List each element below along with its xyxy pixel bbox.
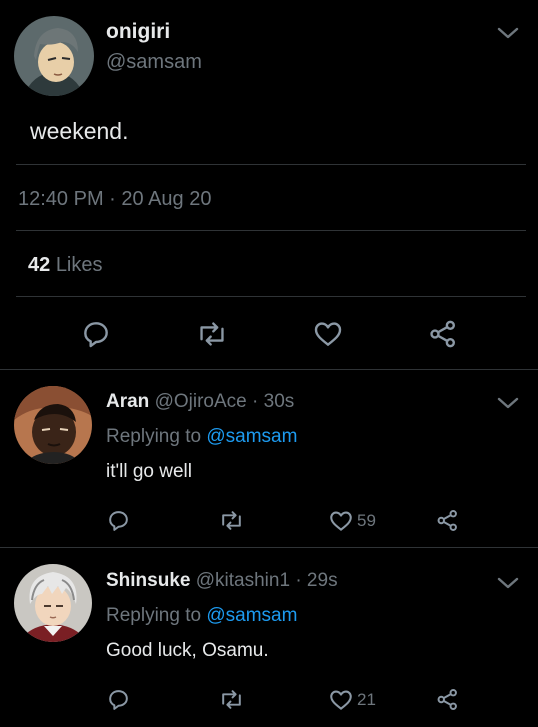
reply-display-name[interactable]: Shinsuke [106, 570, 190, 591]
like-button[interactable]: 21 [328, 687, 376, 713]
replying-to-handle[interactable]: @samsam [206, 605, 297, 626]
divider [0, 369, 538, 370]
likes-stat[interactable]: 42 Likes [28, 254, 103, 277]
main-tweet-handle[interactable]: @samsam [106, 51, 202, 74]
like-icon[interactable] [312, 318, 344, 350]
like-button[interactable]: 59 [328, 508, 376, 534]
likes-count: 42 [28, 254, 51, 276]
replying-to: Replying to @samsam [106, 605, 297, 627]
chevron-down-icon[interactable] [497, 576, 519, 590]
replying-prefix: Replying to [106, 605, 202, 626]
chevron-down-icon[interactable] [497, 396, 519, 410]
retweet-icon[interactable] [218, 508, 245, 533]
share-icon[interactable] [435, 687, 460, 712]
divider [16, 164, 526, 165]
reply-text: Good luck, Osamu. [106, 640, 269, 661]
reply-header: Aran @OjiroAce · 30s [106, 391, 294, 413]
grey-haired-anime-boy-avatar-icon [14, 564, 92, 642]
reply-icon[interactable] [106, 687, 131, 712]
retweet-icon[interactable] [195, 318, 229, 350]
reply-handle[interactable]: @OjiroAce [155, 391, 247, 412]
share-icon[interactable] [435, 508, 460, 533]
main-tweet-text: weekend. [30, 118, 129, 144]
reply-time[interactable]: · 29s [295, 570, 337, 591]
reply-header: Shinsuke @kitashin1 · 29s [106, 570, 338, 592]
like-icon [330, 511, 352, 531]
replying-prefix: Replying to [106, 426, 202, 447]
like-count: 21 [357, 690, 376, 709]
dark-skinned-anime-boy-avatar-icon [14, 386, 92, 464]
likes-label: Likes [55, 254, 103, 276]
divider [16, 296, 526, 297]
share-icon[interactable] [427, 318, 459, 350]
main-tweet-avatar[interactable] [14, 16, 94, 96]
like-count: 59 [357, 511, 376, 530]
reply-handle[interactable]: @kitashin1 [196, 570, 290, 591]
chevron-down-icon[interactable] [497, 26, 519, 40]
divider [0, 547, 538, 548]
reply-text: it'll go well [106, 461, 192, 482]
reply-time[interactable]: · 30s [252, 391, 294, 412]
reply-display-name[interactable]: Aran [106, 391, 149, 412]
reply-icon[interactable] [106, 508, 131, 533]
retweet-icon[interactable] [218, 687, 245, 712]
main-tweet-display-name[interactable]: onigiri [106, 20, 170, 44]
main-tweet-timestamp[interactable]: 12:40 PM · 20 Aug 20 [18, 188, 211, 211]
replying-to: Replying to @samsam [106, 426, 297, 448]
like-icon [330, 690, 352, 710]
reply-avatar[interactable] [14, 564, 92, 642]
replying-to-handle[interactable]: @samsam [206, 426, 297, 447]
reply-icon[interactable] [80, 318, 112, 350]
anime-boy-avatar-icon [14, 16, 94, 96]
reply-avatar[interactable] [14, 386, 92, 464]
divider [16, 230, 526, 231]
